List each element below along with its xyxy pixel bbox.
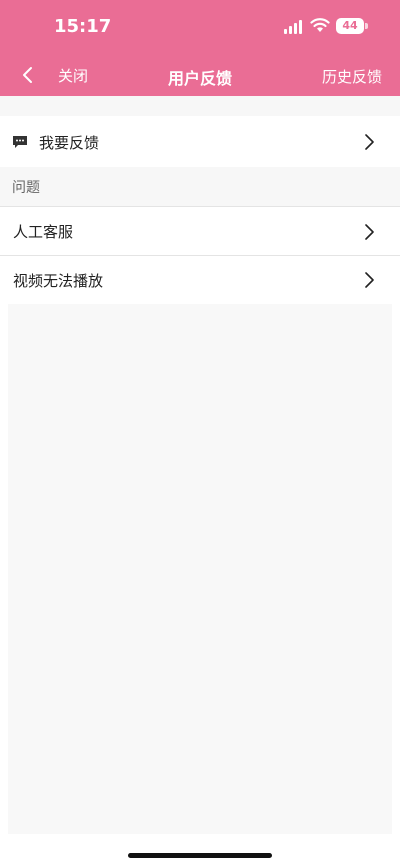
status-time: 15:17 [54,16,112,37]
nav-bar: 关闭 用户反馈 历史反馈 [0,54,400,96]
history-feedback-button[interactable]: 历史反馈 [322,66,382,87]
question-item-video-playback[interactable]: 视频无法播放 [0,256,400,304]
content-empty-area [8,304,392,834]
battery-tip [365,23,368,29]
cellular-signal-icon [284,20,304,34]
message-icon [13,136,27,148]
question-label: 人工客服 [13,223,74,241]
battery-icon: 44 [336,18,364,34]
section-header: 问题 [0,167,400,207]
question-item-human-service[interactable]: 人工客服 [0,208,400,256]
status-bar: 15:17 44 [0,0,400,54]
question-label: 视频无法播放 [13,271,104,290]
chevron-right-icon [365,272,374,288]
section-title: 问题 [12,180,40,196]
wifi-icon [310,18,330,32]
chevron-right-icon [365,134,374,150]
app-header: 15:17 44 关闭 用户反馈 历史反馈 [0,0,400,96]
chevron-right-icon [365,224,374,240]
submit-feedback-row[interactable]: 我要反馈 [0,118,400,166]
home-indicator[interactable] [128,853,272,858]
top-spacer [0,96,400,116]
submit-feedback-label: 我要反馈 [39,133,100,152]
